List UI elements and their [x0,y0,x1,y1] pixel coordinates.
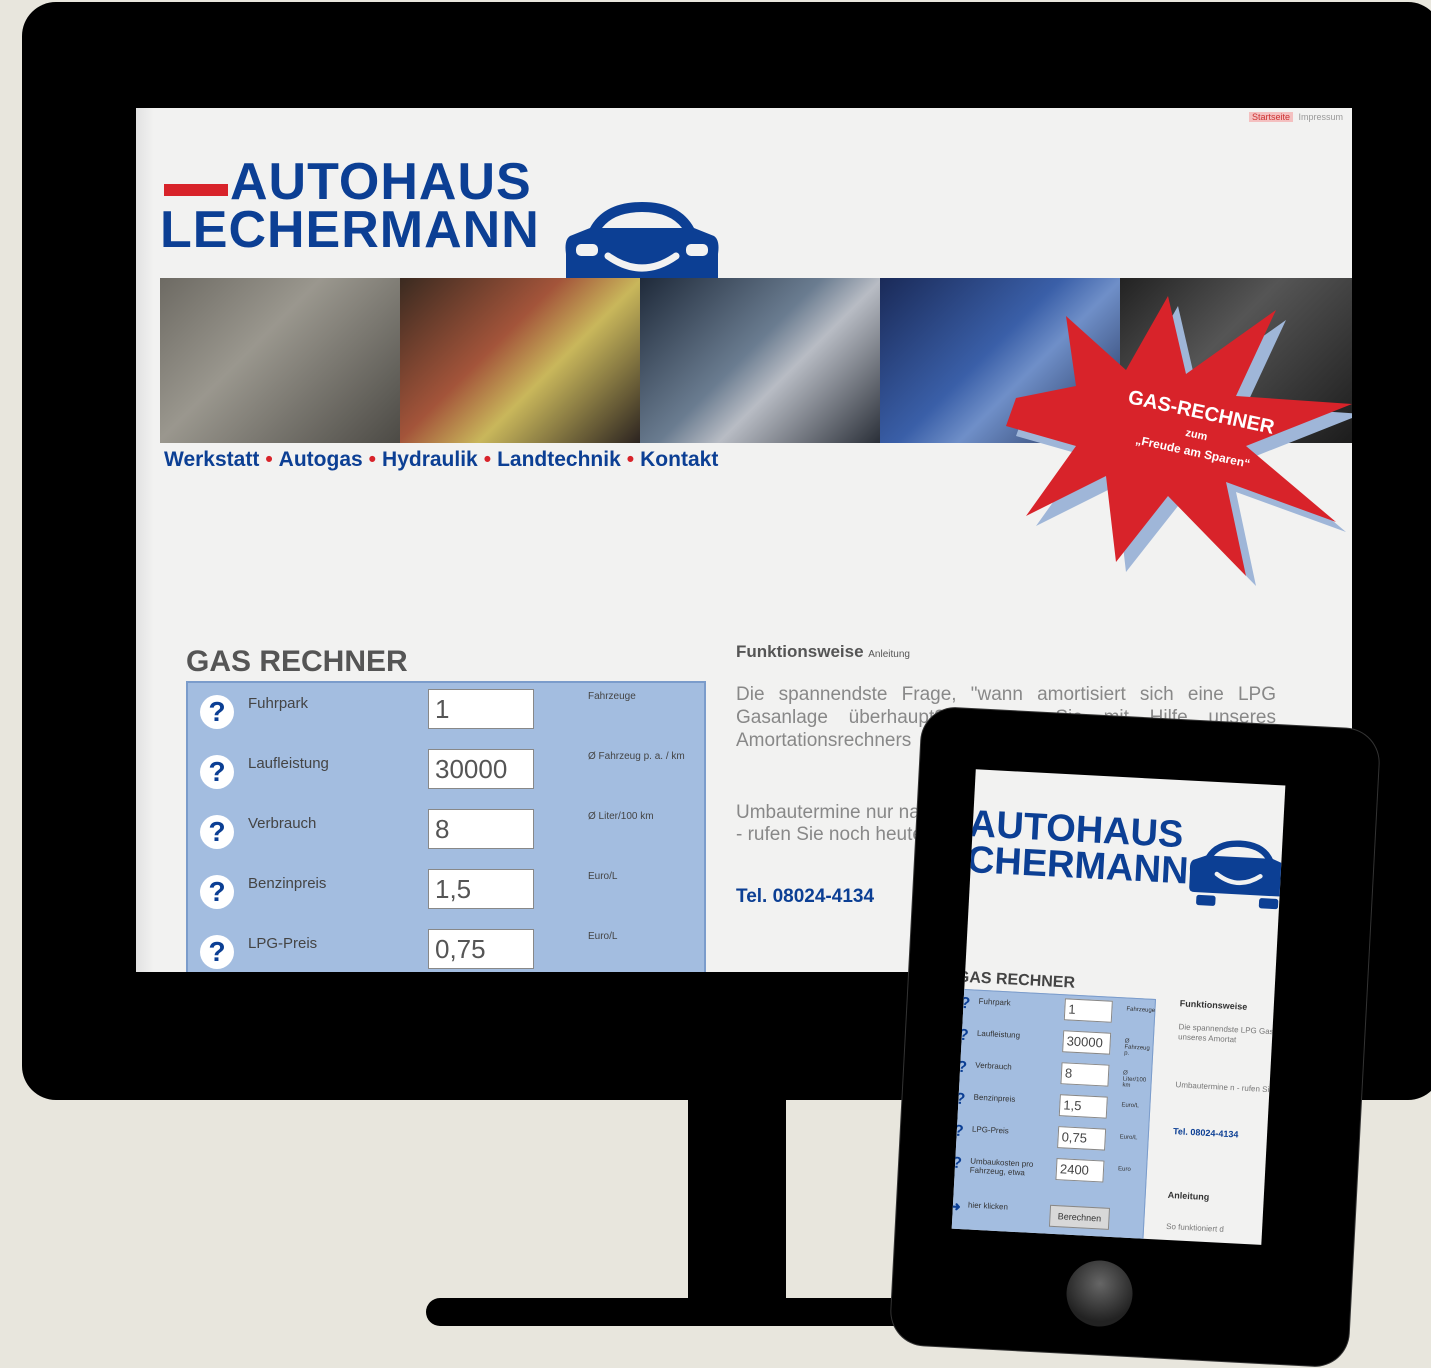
click-hint: hier klicken [967,1200,1009,1212]
monitor-stand-neck [688,1095,786,1305]
help-icon[interactable]: ? [200,695,234,729]
field-unit: Euro/L [1119,1134,1138,1142]
field-label: Laufleistung [248,755,329,772]
banner-photo-repair [400,278,640,443]
umbau-line-1: Umbautermine nur nach [736,802,940,823]
tablet-home-button[interactable] [1064,1258,1135,1329]
field-unit: Euro/L [588,871,618,882]
logo-red-bar [164,184,228,196]
umbaukosten-input[interactable]: 2400 [1055,1158,1105,1183]
nav-separator: • [265,448,273,471]
benzinpreis-input[interactable]: 1,5 [428,869,534,909]
help-icon[interactable]: ? [957,1059,968,1077]
field-label: LPG-Preis [971,1124,1010,1136]
nav-landtechnik[interactable]: Landtechnik [497,448,621,471]
help-icon[interactable]: ? [953,1123,964,1141]
tablet-funktionsweise-title: Funktionsweise [1179,998,1248,1012]
umbau-text: Umbautermine nur nach - rufen Sie noch h… [736,802,940,846]
nav-separator: • [368,448,377,471]
field-label: Fuhrpark [978,996,1011,1008]
field-unit: Euro [1117,1166,1131,1173]
field-unit: Fahrzeuge [588,691,636,702]
lpg-preis-input[interactable]: 0,75 [1057,1126,1107,1151]
field-unit: Ø Liter/100 km [588,811,654,822]
nav-separator: • [626,448,635,471]
verbrauch-input[interactable]: 8 [428,809,534,849]
field-unit: Fahrzeuge [1126,1006,1156,1015]
phone-number[interactable]: Tel. 08024-4134 [736,886,874,908]
tablet-phone-number[interactable]: Tel. 08024-4134 [1173,1126,1239,1139]
tablet-device: AUTOHAUS CHERMANN GAS RECHNER ? Fuhrpark… [889,706,1381,1368]
field-label: Verbrauch [248,815,317,832]
berechnen-button[interactable]: Berechnen [1048,1204,1111,1230]
field-label: Fuhrpark [248,695,309,712]
tablet-umbau-text: Umbautermine n - rufen Sie noch [1175,1080,1286,1096]
field-unit: Ø Fahrzeug p. [1123,1038,1150,1057]
benzinpreis-input[interactable]: 1,5 [1058,1094,1108,1119]
tablet-row-submit: ➜ hier klicken Berechnen [952,1193,1145,1234]
laufleistung-input[interactable]: 30000 [1062,1030,1112,1055]
umbau-line-2: - rufen Sie noch heute [736,824,923,845]
field-unit: Ø Fahrzeug p. a. / km [588,751,685,762]
form-row-laufleistung: ? Laufleistung 30000 Ø Fahrzeug p. a. / … [188,743,708,799]
laufleistung-input[interactable]: 30000 [428,749,534,789]
field-unit: Euro/L [1121,1102,1140,1110]
field-label: Benzinpreis [248,875,327,892]
tablet-anleitung-text: So funktioniert d [1165,1221,1225,1234]
anleitung-link[interactable]: Anleitung [868,649,910,660]
arrow-right-icon: ➜ [951,1198,962,1215]
nav-autogas[interactable]: Autogas [279,448,363,471]
nav-separator: • [483,448,492,471]
tablet-gas-form: ? Fuhrpark 1 Fahrzeuge ? Laufleistung 30… [951,988,1157,1241]
help-icon[interactable]: ? [200,815,234,849]
top-nav: Startseite Impressum [1248,112,1346,122]
form-row-lpg-preis: ? LPG-Preis 0,75 Euro/L [188,923,708,972]
field-label: Verbrauch [975,1060,1012,1072]
funktionsweise-heading: Funktionsweise Anleitung [736,642,910,662]
page-shadow [136,108,154,972]
form-row-fuhrpark: ? Fuhrpark 1 Fahrzeuge [188,683,708,739]
field-unit: Euro/L [588,931,618,942]
form-row-benzinpreis: ? Benzinpreis 1,5 Euro/L [188,863,708,919]
tablet-screen: AUTOHAUS CHERMANN GAS RECHNER ? Fuhrpark… [951,769,1286,1245]
field-unit: Ø Liter/100 km [1122,1070,1147,1089]
help-icon[interactable]: ? [955,1091,966,1109]
field-label: Laufleistung [976,1028,1021,1040]
gas-rechner-starburst[interactable]: GAS-RECHNER zum „Freude am Sparen“ [996,286,1352,586]
lpg-preis-input[interactable]: 0,75 [428,929,534,969]
tablet-funktionsweise-text: Die spannendste LPG Gasanlage unseres Am… [1177,1022,1286,1045]
nav-kontakt[interactable]: Kontakt [640,448,718,471]
gas-rechner-form: ? Fuhrpark 1 Fahrzeuge ? Laufleistung 30… [186,681,706,972]
fuhrpark-input[interactable]: 1 [1063,998,1113,1023]
gas-rechner-title: GAS RECHNER [186,645,408,678]
car-logo-icon [1189,840,1286,910]
field-label: Benzinpreis [973,1092,1016,1104]
help-icon[interactable]: ? [952,1155,963,1173]
verbrauch-input[interactable]: 8 [1060,1062,1110,1087]
help-icon[interactable]: ? [200,755,234,789]
logo-line-2: LECHERMANN [160,201,540,259]
nav-werkstatt[interactable]: Werkstatt [164,448,259,471]
help-icon[interactable]: ? [958,1027,969,1045]
top-nav-impressum[interactable]: Impressum [1295,112,1346,122]
field-label: Umbaukosten pro Fahrzeug, etwa [969,1156,1034,1178]
form-row-verbrauch: ? Verbrauch 8 Ø Liter/100 km [188,803,708,859]
banner-photo-engine [160,278,400,443]
help-icon[interactable]: ? [200,875,234,909]
help-icon[interactable]: ? [960,995,971,1013]
banner-photo-mechanic [640,278,880,443]
nav-hydraulik[interactable]: Hydraulik [382,448,478,471]
field-label: LPG-Preis [248,935,318,952]
top-nav-startseite[interactable]: Startseite [1248,112,1293,122]
tablet-anleitung-heading: Anleitung [1167,1189,1210,1203]
funktionsweise-title: Funktionsweise [736,642,864,661]
main-nav: Werkstatt • Autogas • Hydraulik • Landtechnik •… [164,448,718,472]
help-icon[interactable]: ? [200,935,234,969]
fuhrpark-input[interactable]: 1 [428,689,534,729]
